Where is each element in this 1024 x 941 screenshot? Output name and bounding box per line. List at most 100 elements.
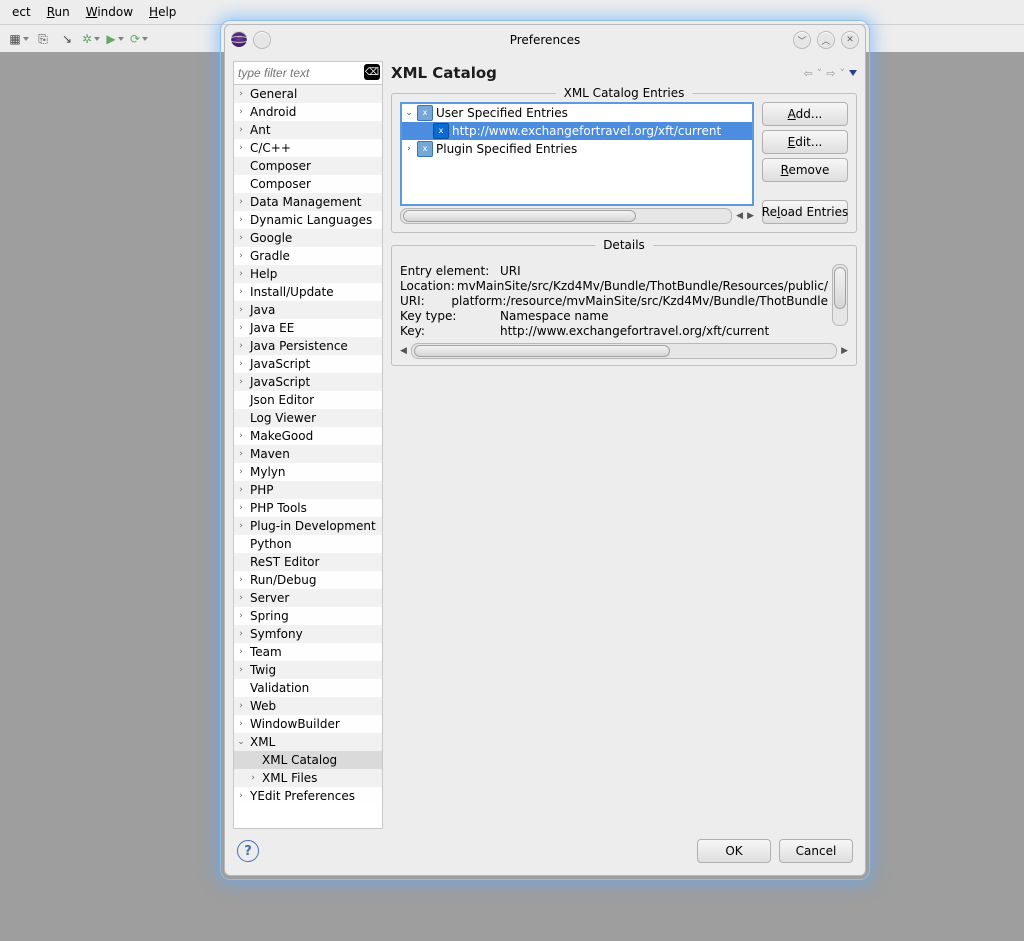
- nav-item[interactable]: ›Twig: [234, 661, 382, 679]
- expand-icon[interactable]: ›: [234, 791, 248, 801]
- nav-item[interactable]: ›MakeGood: [234, 427, 382, 445]
- nav-item[interactable]: ›PHP Tools: [234, 499, 382, 517]
- filter-input[interactable]: [236, 64, 362, 82]
- dialog-titlebar[interactable]: Preferences ﹀ ︿ ✕: [225, 25, 865, 55]
- toolbar-item-icon[interactable]: ↘: [58, 30, 76, 48]
- expand-icon[interactable]: ›: [234, 593, 248, 603]
- menu-project[interactable]: ect: [4, 0, 39, 24]
- catalog-entries-tree[interactable]: ⌄User Specified Entrieshttp://www.exchan…: [400, 102, 754, 206]
- nav-item[interactable]: Python: [234, 535, 382, 553]
- nav-item[interactable]: ›General: [234, 85, 382, 103]
- nav-item[interactable]: ›JavaScript: [234, 355, 382, 373]
- expand-icon[interactable]: ›: [234, 287, 248, 297]
- toolbar-run-icon[interactable]: ▶: [106, 30, 124, 48]
- expand-icon[interactable]: ›: [234, 125, 248, 135]
- nav-item[interactable]: ›Team: [234, 643, 382, 661]
- horizontal-scrollbar[interactable]: [411, 343, 837, 359]
- expand-icon[interactable]: ›: [234, 431, 248, 441]
- nav-item[interactable]: ›Dynamic Languages: [234, 211, 382, 229]
- scroll-right-icon[interactable]: ▶: [841, 346, 848, 356]
- expand-icon[interactable]: ›: [404, 144, 414, 154]
- expand-icon[interactable]: ›: [234, 503, 248, 513]
- menu-run[interactable]: Run: [39, 0, 78, 24]
- expand-icon[interactable]: ⌄: [234, 737, 248, 747]
- expand-icon[interactable]: ›: [234, 521, 248, 531]
- scroll-left-icon[interactable]: ◀: [736, 211, 743, 221]
- expand-icon[interactable]: ›: [234, 323, 248, 333]
- edit-button[interactable]: Edit...: [762, 130, 848, 154]
- nav-item[interactable]: ⌄XML: [234, 733, 382, 751]
- nav-item[interactable]: ›JavaScript: [234, 373, 382, 391]
- forward-icon[interactable]: ⇨: [826, 67, 835, 80]
- expand-icon[interactable]: ›: [234, 305, 248, 315]
- nav-item[interactable]: ReST Editor: [234, 553, 382, 571]
- nav-item[interactable]: ›YEdit Preferences: [234, 787, 382, 805]
- nav-item[interactable]: Log Viewer: [234, 409, 382, 427]
- expand-icon[interactable]: ›: [234, 665, 248, 675]
- help-icon[interactable]: ?: [237, 840, 259, 862]
- catalog-entry[interactable]: http://www.exchangefortravel.org/xft/cur…: [402, 122, 752, 140]
- nav-item[interactable]: ›Maven: [234, 445, 382, 463]
- toolbar-item-icon[interactable]: ▦: [10, 30, 28, 48]
- expand-icon[interactable]: ›: [234, 449, 248, 459]
- toolbar-item-icon[interactable]: ⎘: [34, 30, 52, 48]
- nav-item[interactable]: XML Catalog: [234, 751, 382, 769]
- toolbar-item-icon[interactable]: ⟳: [130, 30, 148, 48]
- nav-item[interactable]: Json Editor: [234, 391, 382, 409]
- nav-item[interactable]: ›Mylyn: [234, 463, 382, 481]
- close-button[interactable]: ✕: [841, 31, 859, 49]
- nav-item[interactable]: ›Java EE: [234, 319, 382, 337]
- nav-item[interactable]: ›Spring: [234, 607, 382, 625]
- horizontal-scrollbar[interactable]: [400, 208, 732, 224]
- nav-item[interactable]: Composer: [234, 175, 382, 193]
- nav-item[interactable]: Validation: [234, 679, 382, 697]
- nav-item[interactable]: ›Android: [234, 103, 382, 121]
- expand-icon[interactable]: ›: [234, 719, 248, 729]
- menu-window[interactable]: Window: [78, 0, 141, 24]
- expand-icon[interactable]: ›: [234, 359, 248, 369]
- expand-icon[interactable]: ›: [234, 107, 248, 117]
- add-button[interactable]: Add...: [762, 102, 848, 126]
- expand-icon[interactable]: ›: [234, 575, 248, 585]
- expand-icon[interactable]: ›: [234, 467, 248, 477]
- maximize-button[interactable]: ︿: [817, 31, 835, 49]
- nav-item[interactable]: ›PHP: [234, 481, 382, 499]
- nav-item[interactable]: ›Install/Update: [234, 283, 382, 301]
- nav-item[interactable]: ›C/C++: [234, 139, 382, 157]
- nav-item[interactable]: ›Google: [234, 229, 382, 247]
- expand-icon[interactable]: ›: [234, 701, 248, 711]
- expand-icon[interactable]: ⌄: [404, 108, 414, 118]
- nav-item[interactable]: ›Ant: [234, 121, 382, 139]
- catalog-entry[interactable]: ›Plugin Specified Entries: [402, 140, 752, 158]
- cancel-button[interactable]: Cancel: [779, 839, 853, 863]
- expand-icon[interactable]: ›: [234, 377, 248, 387]
- clear-filter-icon[interactable]: ⌫: [364, 64, 380, 80]
- nav-item[interactable]: ›WindowBuilder: [234, 715, 382, 733]
- expand-icon[interactable]: ›: [234, 233, 248, 243]
- nav-item[interactable]: ›Gradle: [234, 247, 382, 265]
- nav-item[interactable]: ›Server: [234, 589, 382, 607]
- toolbar-debug-icon[interactable]: ✲: [82, 30, 100, 48]
- nav-item[interactable]: ›Run/Debug: [234, 571, 382, 589]
- reload-entries-button[interactable]: Reload Entries: [762, 200, 848, 224]
- expand-icon[interactable]: ›: [234, 485, 248, 495]
- menu-help[interactable]: Help: [141, 0, 184, 24]
- expand-icon[interactable]: ›: [234, 611, 248, 621]
- nav-item[interactable]: ›Plug-in Development: [234, 517, 382, 535]
- expand-icon[interactable]: ›: [234, 197, 248, 207]
- nav-item[interactable]: ›Java: [234, 301, 382, 319]
- nav-item[interactable]: ›Data Management: [234, 193, 382, 211]
- vertical-scrollbar[interactable]: [832, 264, 848, 326]
- expand-icon[interactable]: ›: [234, 629, 248, 639]
- expand-icon[interactable]: ›: [234, 89, 248, 99]
- preferences-tree[interactable]: ›General›Android›Ant›C/C++ComposerCompos…: [234, 85, 382, 828]
- expand-icon[interactable]: ›: [234, 143, 248, 153]
- expand-icon[interactable]: ›: [234, 215, 248, 225]
- nav-item[interactable]: ›Web: [234, 697, 382, 715]
- nav-item[interactable]: ›XML Files: [234, 769, 382, 787]
- catalog-entry[interactable]: ⌄User Specified Entries: [402, 104, 752, 122]
- expand-icon[interactable]: ›: [234, 269, 248, 279]
- scroll-right-icon[interactable]: ▶: [747, 211, 754, 221]
- scroll-left-icon[interactable]: ◀: [400, 346, 407, 356]
- back-icon[interactable]: ⇦: [804, 67, 813, 80]
